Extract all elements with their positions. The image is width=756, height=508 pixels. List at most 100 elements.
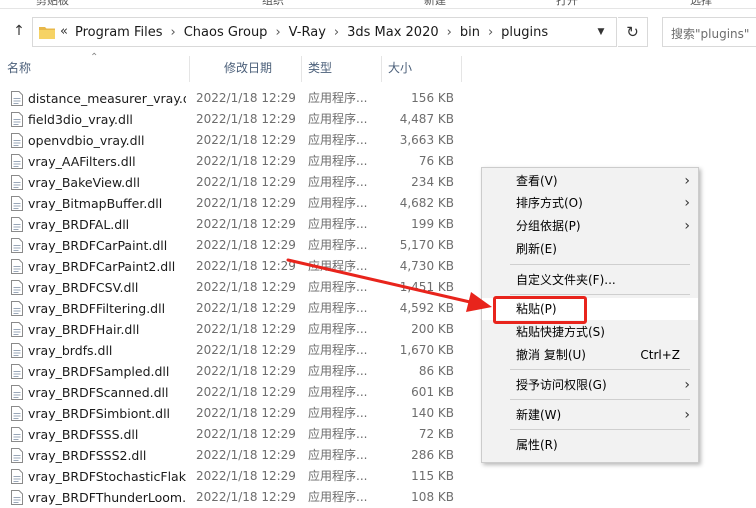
file-type: 应用程序... [308, 490, 368, 504]
dll-file-icon [11, 91, 23, 106]
list-item[interactable]: vray_BRDFAL.dll 2022/1/18 12:29 应用程序... … [0, 214, 470, 235]
dll-file-icon [11, 427, 23, 442]
list-item[interactable]: vray_BRDFFiltering.dll 2022/1/18 12:29 应… [0, 298, 470, 319]
file-type: 应用程序... [308, 91, 368, 105]
file-type: 应用程序... [308, 154, 368, 168]
dll-file-icon [11, 196, 23, 211]
list-item[interactable]: vray_BRDFSimbiont.dll 2022/1/18 12:29 应用… [0, 403, 470, 424]
dll-file-icon [11, 133, 23, 148]
file-name: vray_brdfs.dll [28, 343, 113, 358]
ribbon-group-labels: 剪贴板 组织 新建 打开 选择 [0, 0, 756, 9]
list-item[interactable]: vray_BRDFCSV.dll 2022/1/18 12:29 应用程序...… [0, 277, 470, 298]
file-size: 1,451 KB [399, 280, 454, 294]
menu-item-paste-shortcut[interactable]: 粘贴快捷方式(S) [482, 321, 698, 343]
menu-item-properties[interactable]: 属性(R) [482, 434, 698, 456]
column-header-row: ⌃ 名称 修改日期 类型 大小 [0, 52, 756, 84]
list-item[interactable]: vray_AAFilters.dll 2022/1/18 12:29 应用程序.… [0, 151, 470, 172]
file-date: 2022/1/18 12:29 [196, 217, 296, 231]
search-input[interactable]: 搜索"plugins" [662, 17, 756, 47]
search-placeholder: 搜索"plugins" [671, 27, 750, 41]
menu-item-label: 属性(R) [516, 438, 558, 452]
breadcrumb-overflow-icon[interactable]: « [60, 24, 68, 39]
menu-separator [510, 399, 690, 400]
column-header-date[interactable]: 修改日期 [189, 52, 301, 84]
menu-item-group[interactable]: 分组依据(P) › [482, 215, 698, 237]
breadcrumb-item[interactable]: 3ds Max 2020 [347, 25, 439, 40]
dll-file-icon [11, 238, 23, 253]
list-item[interactable]: distance_measurer_vray.dll 2022/1/18 12:… [0, 88, 470, 109]
chevron-right-icon[interactable]: › [171, 25, 176, 40]
menu-item-view[interactable]: 查看(V) › [482, 170, 698, 192]
refresh-icon[interactable]: ↻ [618, 17, 648, 47]
file-name: openvdbio_vray.dll [28, 133, 145, 148]
list-item[interactable]: openvdbio_vray.dll 2022/1/18 12:29 应用程序.… [0, 130, 470, 151]
file-date: 2022/1/18 12:29 [196, 154, 296, 168]
chevron-right-icon[interactable]: › [275, 25, 280, 40]
menu-item-refresh[interactable]: 刷新(E) [482, 238, 698, 260]
submenu-arrow-icon: › [684, 377, 690, 393]
chevron-down-icon[interactable]: ▼ [594, 26, 608, 38]
list-item[interactable]: vray_BRDFHair.dll 2022/1/18 12:29 应用程序..… [0, 319, 470, 340]
menu-item-shortcut: Ctrl+Z [640, 348, 680, 362]
menu-separator [510, 294, 690, 295]
chevron-right-icon[interactable]: › [334, 25, 339, 40]
list-item[interactable]: vray_BRDFCarPaint2.dll 2022/1/18 12:29 应… [0, 256, 470, 277]
file-name: vray_BRDFSSS.dll [28, 427, 139, 442]
list-item[interactable]: vray_BRDFScanned.dll 2022/1/18 12:29 应用程… [0, 382, 470, 403]
breadcrumb-item[interactable]: Chaos Group [184, 25, 268, 40]
chevron-right-icon[interactable]: › [488, 25, 493, 40]
file-name: vray_BRDFThunderLoom.... [28, 490, 186, 505]
list-item[interactable]: vray_BakeView.dll 2022/1/18 12:29 应用程序..… [0, 172, 470, 193]
breadcrumb-item[interactable]: plugins [501, 25, 548, 40]
file-type: 应用程序... [308, 343, 368, 357]
file-name: vray_BRDFCarPaint.dll [28, 238, 168, 253]
menu-item-sort[interactable]: 排序方式(O) › [482, 192, 698, 214]
menu-item-undo-copy[interactable]: 撤消 复制(U) Ctrl+Z [482, 344, 698, 366]
dll-file-icon [11, 154, 23, 169]
list-item[interactable]: vray_BRDFSampled.dll 2022/1/18 12:29 应用程… [0, 361, 470, 382]
file-date: 2022/1/18 12:29 [196, 427, 296, 441]
address-bar-row: ↑ « Program Files › Chaos Group › V-Ray … [0, 14, 756, 50]
ribbon-label-organize: 组织 [262, 0, 284, 7]
list-item[interactable]: vray_brdfs.dll 2022/1/18 12:29 应用程序... 1… [0, 340, 470, 361]
file-size: 140 KB [411, 406, 454, 420]
file-date: 2022/1/18 12:29 [196, 280, 296, 294]
file-type: 应用程序... [308, 280, 368, 294]
file-size: 199 KB [411, 217, 454, 231]
column-header-name[interactable]: 名称 [0, 52, 190, 84]
dll-file-icon [11, 490, 23, 505]
column-divider[interactable] [461, 56, 462, 82]
file-size: 601 KB [411, 385, 454, 399]
list-item[interactable]: field3dio_vray.dll 2022/1/18 12:29 应用程序.… [0, 109, 470, 130]
list-item[interactable]: vray_BRDFSSS.dll 2022/1/18 12:29 应用程序...… [0, 424, 470, 445]
file-size: 115 KB [411, 469, 454, 483]
menu-item-customize-folder[interactable]: 自定义文件夹(F)... [482, 269, 698, 291]
address-box[interactable]: « Program Files › Chaos Group › V-Ray › … [32, 17, 617, 47]
column-header-size[interactable]: 大小 [381, 52, 461, 84]
ribbon-label-new: 新建 [424, 0, 446, 7]
file-name: vray_BRDFFiltering.dll [28, 301, 166, 316]
list-item[interactable]: vray_BRDFThunderLoom.... 2022/1/18 12:29… [0, 487, 470, 508]
file-name: vray_BRDFAL.dll [28, 217, 130, 232]
breadcrumb-item[interactable]: V-Ray [289, 25, 326, 40]
file-name: distance_measurer_vray.dll [28, 91, 186, 106]
submenu-arrow-icon: › [684, 407, 690, 423]
chevron-right-icon[interactable]: › [447, 25, 452, 40]
ribbon-label-select: 选择 [690, 0, 712, 7]
file-type: 应用程序... [308, 301, 368, 315]
file-size: 72 KB [418, 427, 454, 441]
list-item[interactable]: vray_BitmapBuffer.dll 2022/1/18 12:29 应用… [0, 193, 470, 214]
menu-item-grant-access[interactable]: 授予访问权限(G) › [482, 374, 698, 396]
up-arrow-icon[interactable]: ↑ [10, 22, 28, 40]
list-item[interactable]: vray_BRDFSSS2.dll 2022/1/18 12:29 应用程序..… [0, 445, 470, 466]
file-size: 4,730 KB [399, 259, 454, 273]
submenu-arrow-icon: › [684, 173, 690, 189]
menu-separator [510, 369, 690, 370]
menu-item-new[interactable]: 新建(W) › [482, 404, 698, 426]
list-item[interactable]: vray_BRDFCarPaint.dll 2022/1/18 12:29 应用… [0, 235, 470, 256]
breadcrumb-item[interactable]: Program Files [75, 25, 163, 40]
list-item[interactable]: vray_BRDFStochasticFlak... 2022/1/18 12:… [0, 466, 470, 487]
file-name: vray_BRDFCarPaint2.dll [28, 259, 176, 274]
breadcrumb-item[interactable]: bin [460, 25, 480, 40]
column-header-type[interactable]: 类型 [301, 52, 381, 84]
